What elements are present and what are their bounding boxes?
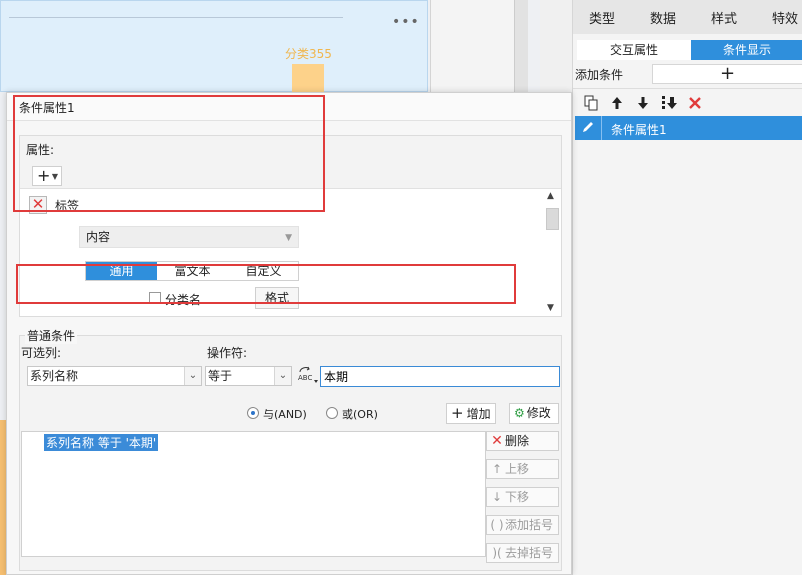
common-conditions-title: 普通条件 xyxy=(25,327,78,344)
arrow-up-icon[interactable] xyxy=(609,95,625,111)
or-radio[interactable] xyxy=(326,407,338,419)
properties-panel: 类型 数据 样式 特效 交互属性 条件显示 添加条件 + 条件属性1 xyxy=(572,0,802,575)
operator-select[interactable]: 等于 ⌄ xyxy=(205,366,292,386)
edit-button-label: 修改 xyxy=(526,406,551,420)
chart-canvas: ••• 分类355 xyxy=(0,0,428,94)
copy-icon[interactable] xyxy=(583,95,599,111)
condition-value-input[interactable] xyxy=(320,366,560,387)
arrow-up-icon: ↑ xyxy=(491,462,503,476)
move-down-label: 下移 xyxy=(505,490,530,504)
delete-icon: ✕ xyxy=(491,433,503,449)
canvas-divider xyxy=(9,17,343,18)
move-down-button[interactable]: ↓ 下移 xyxy=(486,487,559,507)
tab-effects[interactable]: 特效 xyxy=(772,8,798,27)
add-button-label: 增加 xyxy=(466,407,491,421)
column-select-value: 系列名称 xyxy=(30,369,79,383)
column-label: 可选列: xyxy=(21,346,62,360)
move-up-label: 上移 xyxy=(505,462,530,476)
scroll-down-icon[interactable]: ▼ xyxy=(547,303,554,313)
move-up-button[interactable]: ↑ 上移 xyxy=(486,459,559,479)
pencil-icon[interactable] xyxy=(581,120,595,138)
add-condition-label: 添加条件 xyxy=(575,68,624,82)
or-radio-label: 或(OR) xyxy=(342,408,378,421)
move-bottom-icon[interactable] xyxy=(661,95,677,111)
condition-toolbar xyxy=(573,88,802,114)
chart-category-label: 分类355 xyxy=(285,47,332,61)
tab-data[interactable]: 数据 xyxy=(650,8,676,27)
content-select-value: 内容 xyxy=(86,230,111,244)
scroll-thumb[interactable] xyxy=(546,208,559,230)
scroll-up-icon[interactable]: ▲ xyxy=(547,191,554,201)
panel-subtabs: 交互属性 条件显示 xyxy=(577,40,802,60)
remove-bracket-button[interactable]: )(去掉括号 xyxy=(486,543,559,563)
radio-selected-dot xyxy=(251,411,255,415)
side-strip xyxy=(430,0,514,92)
plus-icon: + xyxy=(451,404,464,422)
content-select[interactable]: 内容 ▼ xyxy=(79,226,299,248)
operator-select-value: 等于 xyxy=(208,369,233,383)
highlight-frame-property xyxy=(13,95,325,212)
remove-bracket-icon: )( xyxy=(492,546,502,560)
tab-type[interactable]: 类型 xyxy=(589,8,615,27)
add-condition-button[interactable]: + 增加 xyxy=(446,403,496,424)
arrow-down-icon: ↓ xyxy=(491,490,503,504)
edit-icon: ⚙ xyxy=(514,406,525,420)
add-bracket-button[interactable]: ( )添加括号 xyxy=(486,515,559,535)
add-condition-button[interactable]: + xyxy=(652,64,802,84)
and-radio[interactable] xyxy=(247,407,259,419)
value-type-icon[interactable]: ABC xyxy=(297,365,319,385)
tab-style[interactable]: 样式 xyxy=(711,8,737,27)
item-separator xyxy=(601,116,602,140)
highlight-frame-condition xyxy=(16,264,516,304)
and-radio-label: 与(AND) xyxy=(263,408,307,421)
more-options-icon[interactable]: ••• xyxy=(392,14,420,30)
remove-bracket-label: 去掉括号 xyxy=(505,546,554,560)
delete-icon[interactable] xyxy=(687,95,703,111)
delete-button[interactable]: ✕ 删除 xyxy=(486,431,559,451)
chevron-down-icon: ⌄ xyxy=(274,367,291,385)
column-select[interactable]: 系列名称 ⌄ xyxy=(27,366,202,386)
add-bracket-label: 添加括号 xyxy=(505,518,554,532)
chevron-down-icon: ▼ xyxy=(285,233,292,243)
property-scrollbar[interactable]: ▲ ▼ xyxy=(545,191,559,313)
condition-item-label: 条件属性1 xyxy=(611,123,667,137)
arrow-down-icon[interactable] xyxy=(635,95,651,111)
subtab-conditional-display[interactable]: 条件显示 xyxy=(691,40,802,60)
operator-label: 操作符: xyxy=(207,346,248,360)
svg-text:ABC: ABC xyxy=(298,374,312,382)
subtab-interaction-properties[interactable]: 交互属性 xyxy=(577,40,691,60)
chart-bar xyxy=(292,64,324,94)
bracket-icon: ( ) xyxy=(490,518,504,532)
condition-list[interactable]: 系列名称 等于 '本期' xyxy=(21,431,486,557)
condition-list-item[interactable]: 条件属性1 xyxy=(575,116,802,140)
side-strip-divider xyxy=(514,0,528,92)
delete-button-label: 删除 xyxy=(505,434,530,448)
panel-tabs: 类型 数据 样式 特效 xyxy=(573,0,802,34)
edit-condition-button[interactable]: ⚙ 修改 xyxy=(509,403,559,424)
chevron-down-icon: ⌄ xyxy=(184,367,201,385)
list-item[interactable]: 系列名称 等于 '本期' xyxy=(44,434,159,451)
